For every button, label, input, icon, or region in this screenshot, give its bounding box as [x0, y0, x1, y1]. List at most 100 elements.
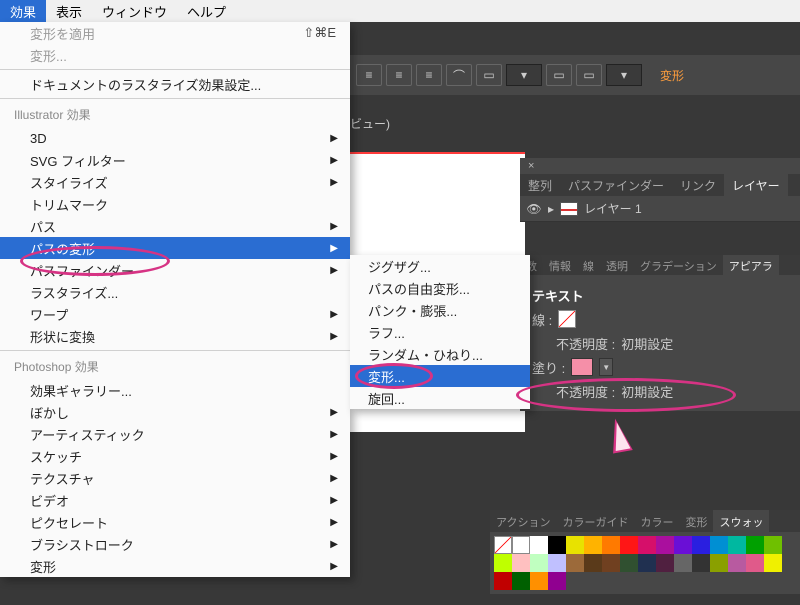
swatch-color[interactable] — [638, 554, 656, 572]
menu-pathfinder[interactable]: パスファインダー▶ — [0, 259, 350, 281]
swatch-color[interactable] — [746, 536, 764, 554]
tab-info[interactable]: 情報 — [543, 255, 577, 275]
menu-distort-transform[interactable]: パスの変形▶ — [0, 237, 350, 259]
layer-name[interactable]: レイヤー 1 — [584, 200, 642, 217]
tab-color[interactable]: カラー — [634, 510, 679, 532]
tab-pathfinder[interactable]: パスファインダー — [560, 174, 672, 196]
align-panel-icon[interactable]: ▭ — [546, 64, 572, 86]
submenu-tweak[interactable]: ランダム・ひねり... — [350, 343, 530, 365]
swatch-color[interactable] — [638, 536, 656, 554]
menu-3d[interactable]: 3D▶ — [0, 127, 350, 149]
swatch-color[interactable] — [530, 554, 548, 572]
menu-path[interactable]: パス▶ — [0, 215, 350, 237]
panel-close-icon[interactable]: × — [520, 158, 800, 174]
swatch-color[interactable] — [584, 536, 602, 554]
tab-gradient[interactable]: グラデーション — [634, 255, 723, 275]
menu-video[interactable]: ビデオ▶ — [0, 489, 350, 511]
submenu-twist[interactable]: 旋回... — [350, 387, 530, 409]
tab-stroke[interactable]: 線 — [577, 255, 600, 275]
tab-links[interactable]: リンク — [672, 174, 724, 196]
swatch-color[interactable] — [692, 554, 710, 572]
stroke-opacity-value[interactable]: 初期設定 — [621, 334, 673, 353]
swatch-color[interactable] — [548, 572, 566, 590]
swatch-color[interactable] — [674, 554, 692, 572]
menu-effects[interactable]: 効果 — [0, 0, 46, 22]
swatch-color[interactable] — [512, 554, 530, 572]
swatch-color[interactable] — [620, 536, 638, 554]
swatch-color[interactable] — [728, 536, 746, 554]
menu-rasterize[interactable]: ラスタライズ... — [0, 281, 350, 303]
swatch-color[interactable] — [692, 536, 710, 554]
menu-svg-filters[interactable]: SVG フィルター▶ — [0, 149, 350, 171]
tab-swatches[interactable]: スウォッ — [713, 510, 769, 532]
swatch-color[interactable] — [656, 536, 674, 554]
menu-trimmarks[interactable]: トリムマーク — [0, 193, 350, 215]
tab-align[interactable]: 整列 — [520, 174, 560, 196]
swatch-registration[interactable] — [512, 536, 530, 554]
disclosure-icon[interactable]: ▸ — [548, 202, 554, 216]
swatch-color[interactable] — [764, 554, 782, 572]
warp-icon[interactable]: ⌒ — [446, 64, 472, 86]
swatch-color[interactable] — [746, 554, 764, 572]
swatch-color[interactable] — [494, 554, 512, 572]
visibility-icon[interactable]: 👁 — [526, 202, 542, 216]
tab-appearance[interactable]: アピアラ — [723, 255, 779, 275]
menu-brushstrokes[interactable]: ブラシストローク▶ — [0, 533, 350, 555]
swatch-color[interactable] — [620, 554, 638, 572]
layer-thumbnail[interactable] — [560, 202, 578, 216]
tab-transparency[interactable]: 透明 — [600, 255, 634, 275]
dropdown-field[interactable]: ▾ — [606, 64, 642, 86]
opacity-field[interactable]: ▾ — [506, 64, 542, 86]
tab-layers[interactable]: レイヤー — [724, 174, 788, 196]
menu-sketch[interactable]: スケッチ▶ — [0, 445, 350, 467]
menu-view[interactable]: 表示 — [46, 0, 92, 22]
swatch-color[interactable] — [728, 554, 746, 572]
submenu-roughen[interactable]: ラフ... — [350, 321, 530, 343]
swatch-color[interactable] — [548, 536, 566, 554]
swatch-color[interactable] — [710, 554, 728, 572]
align-left-icon[interactable]: ≡ — [356, 64, 382, 86]
menu-window[interactable]: ウィンドウ — [92, 0, 177, 22]
swatch-color[interactable] — [764, 536, 782, 554]
swatch-color[interactable] — [530, 536, 548, 554]
menu-texture[interactable]: テクスチャ▶ — [0, 467, 350, 489]
stroke-swatch-none[interactable] — [558, 310, 576, 328]
swatch-color[interactable] — [710, 536, 728, 554]
document-tab[interactable]: ビュー) — [350, 115, 390, 132]
swatch-color[interactable] — [584, 554, 602, 572]
swatch-color[interactable] — [602, 554, 620, 572]
submenu-zigzag[interactable]: ジグザグ... — [350, 255, 530, 277]
menu-effect-gallery[interactable]: 効果ギャラリー... — [0, 379, 350, 401]
swatch-color[interactable] — [548, 554, 566, 572]
menu-distort[interactable]: 変形▶ — [0, 555, 350, 577]
menu-pixelate[interactable]: ピクセレート▶ — [0, 511, 350, 533]
swatch-color[interactable] — [530, 572, 548, 590]
menu-artistic[interactable]: アーティスティック▶ — [0, 423, 350, 445]
transform-link[interactable]: 変形 — [652, 65, 692, 86]
fill-swatch-dropdown[interactable]: ▼ — [599, 358, 613, 376]
menu-help[interactable]: ヘルプ — [177, 0, 236, 22]
menu-convert-shape[interactable]: 形状に変換▶ — [0, 325, 350, 347]
swatch-color[interactable] — [656, 554, 674, 572]
layer-row[interactable]: 👁 ▸ レイヤー 1 — [520, 196, 800, 222]
swatch-color[interactable] — [566, 536, 584, 554]
swatch-color[interactable] — [566, 554, 584, 572]
submenu-pucker-bloat[interactable]: パンク・膨張... — [350, 299, 530, 321]
swatch-color[interactable] — [674, 536, 692, 554]
tab-actions[interactable]: アクション — [490, 510, 556, 532]
tab-colorguide[interactable]: カラーガイド — [556, 510, 634, 532]
fill-opacity-value[interactable]: 初期設定 — [621, 382, 673, 401]
swatch-none[interactable] — [494, 536, 512, 554]
align-center-icon[interactable]: ≡ — [386, 64, 412, 86]
menu-doc-rasterize[interactable]: ドキュメントのラスタライズ効果設定... — [0, 73, 350, 95]
transform-panel-icon[interactable]: ▭ — [576, 64, 602, 86]
menu-blur[interactable]: ぼかし▶ — [0, 401, 350, 423]
menu-stylize[interactable]: スタイライズ▶ — [0, 171, 350, 193]
swatch-color[interactable] — [494, 572, 512, 590]
menu-warp[interactable]: ワープ▶ — [0, 303, 350, 325]
swatch-color[interactable] — [512, 572, 530, 590]
align-right-icon[interactable]: ≡ — [416, 64, 442, 86]
swatch-color[interactable] — [602, 536, 620, 554]
submenu-free-distort[interactable]: パスの自由変形... — [350, 277, 530, 299]
tab-transform[interactable]: 変形 — [679, 510, 713, 532]
